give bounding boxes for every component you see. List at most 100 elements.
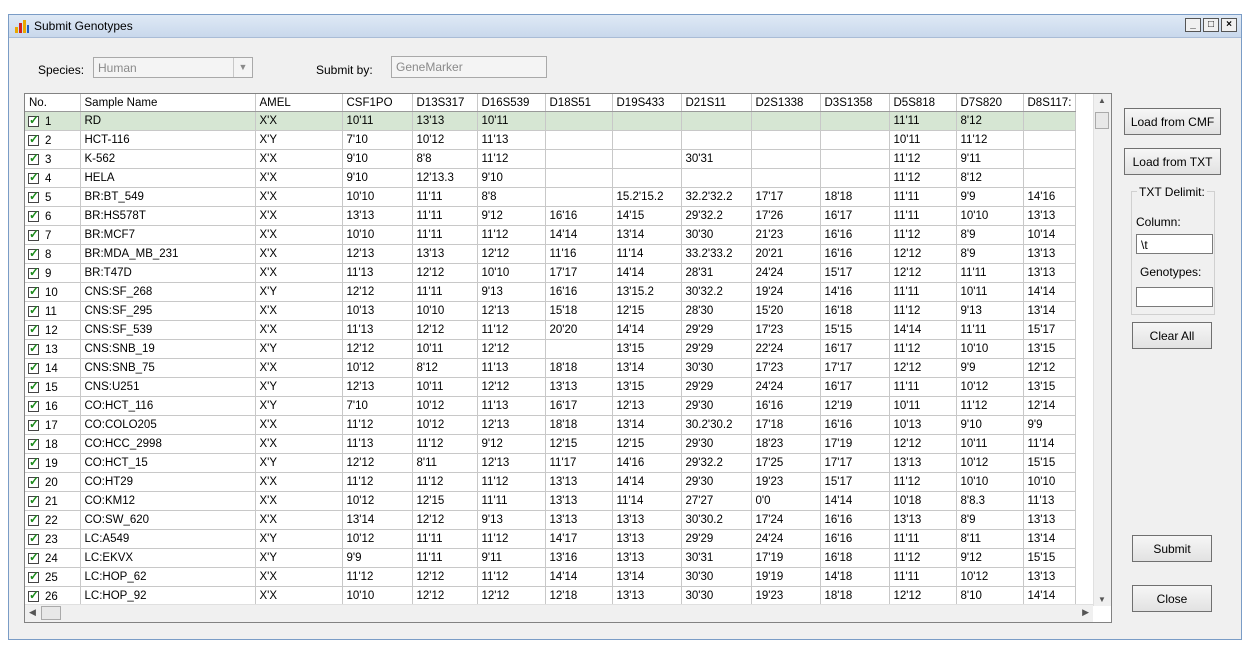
row-select-cell[interactable]: ✓ 13: [25, 339, 81, 359]
sample-name-cell[interactable]: BR:MCF7: [80, 225, 256, 245]
genotype-cell[interactable]: 11'14: [612, 491, 682, 511]
genotype-cell[interactable]: 8'9: [956, 244, 1024, 264]
genotype-cell[interactable]: X'X: [255, 301, 343, 321]
genotype-cell[interactable]: 13'13: [889, 510, 957, 530]
genotype-cell[interactable]: 29'29: [681, 320, 752, 340]
genotype-cell[interactable]: 13'15: [612, 377, 682, 397]
genotype-cell[interactable]: 9'11: [956, 149, 1024, 169]
sample-name-cell[interactable]: CO:SW_620: [80, 510, 256, 530]
column-header[interactable]: D2S1338: [751, 94, 821, 112]
sample-name-cell[interactable]: CNS:SF_295: [80, 301, 256, 321]
genotype-cell[interactable]: 9'10: [342, 149, 413, 169]
genotype-cell[interactable]: 14'14: [545, 567, 613, 587]
genotype-cell[interactable]: 29'29: [681, 339, 752, 359]
genotype-cell[interactable]: 8'11: [956, 529, 1024, 549]
genotype-cell[interactable]: 11'14: [612, 244, 682, 264]
genotype-cell[interactable]: 10'12: [956, 453, 1024, 473]
genotype-cell[interactable]: 10'14: [1023, 225, 1076, 245]
genotype-cell[interactable]: X'Y: [255, 548, 343, 568]
genotype-cell[interactable]: 11'11: [412, 548, 478, 568]
row-select-cell[interactable]: ✓ 25: [25, 567, 81, 587]
genotype-cell[interactable]: [1023, 149, 1076, 169]
column-header[interactable]: D3S1358: [820, 94, 890, 112]
genotype-cell[interactable]: 13'13: [612, 548, 682, 568]
sample-name-cell[interactable]: CO:HCT_15: [80, 453, 256, 473]
scroll-left-icon[interactable]: ◀: [29, 607, 36, 618]
table-row[interactable]: ✓ 19 CO:HCT_15 X'Y 12'12 8'11 12'13 11'17 14'16 2…: [25, 453, 1076, 473]
table-row[interactable]: ✓ 16 CO:HCT_116 X'Y 7'10 10'12 11'13 16'17 12'13…: [25, 396, 1076, 416]
genotype-cell[interactable]: 9'9: [1023, 415, 1076, 435]
table-row[interactable]: ✓ 12 CNS:SF_539 X'X 11'13 12'12 11'12 20'20 14'1…: [25, 320, 1076, 340]
genotype-cell[interactable]: X'X: [255, 263, 343, 283]
genotype-cell[interactable]: 33.2'33.2: [681, 244, 752, 264]
table-row[interactable]: ✓ 2 HCT-116 X'Y 7'10 10'12 11'13 10'11 11'12: [25, 130, 1076, 150]
genotype-cell[interactable]: 12'13: [477, 415, 546, 435]
row-select-cell[interactable]: ✓ 4: [25, 168, 81, 188]
row-select-cell[interactable]: ✓ 3: [25, 149, 81, 169]
row-select-cell[interactable]: ✓ 7: [25, 225, 81, 245]
row-checkbox[interactable]: ✓: [28, 170, 39, 184]
sample-name-cell[interactable]: CNS:SF_268: [80, 282, 256, 302]
sample-name-cell[interactable]: CO:HCT_116: [80, 396, 256, 416]
genotype-cell[interactable]: X'Y: [255, 282, 343, 302]
row-checkbox[interactable]: ✓: [28, 550, 39, 564]
genotype-cell[interactable]: 11'11: [412, 529, 478, 549]
genotype-cell[interactable]: 10'10: [1023, 472, 1076, 492]
row-select-cell[interactable]: ✓ 26: [25, 586, 81, 606]
genotype-cell[interactable]: 10'13: [889, 415, 957, 435]
genotype-cell[interactable]: 18'18: [820, 187, 890, 207]
genotype-cell[interactable]: 11'12: [956, 396, 1024, 416]
genotype-cell[interactable]: 17'17: [820, 358, 890, 378]
genotype-cell[interactable]: X'X: [255, 567, 343, 587]
genotype-cell[interactable]: [751, 168, 821, 188]
genotype-cell[interactable]: 15.2'15.2: [612, 187, 682, 207]
genotype-cell[interactable]: 29'29: [681, 529, 752, 549]
sample-name-cell[interactable]: BR:BT_549: [80, 187, 256, 207]
genotype-cell[interactable]: X'Y: [255, 339, 343, 359]
genotype-cell[interactable]: 11'12: [342, 567, 413, 587]
genotype-cell[interactable]: 17'23: [751, 320, 821, 340]
genotype-cell[interactable]: 9'9: [956, 358, 1024, 378]
genotype-cell[interactable]: 24'24: [751, 377, 821, 397]
genotype-cell[interactable]: 9'9: [342, 548, 413, 568]
genotype-cell[interactable]: 18'23: [751, 434, 821, 454]
table-row[interactable]: ✓ 4 HELA X'X 9'10 12'13.3 9'10 11'12 8'12: [25, 168, 1076, 188]
genotype-cell[interactable]: 16'18: [820, 301, 890, 321]
genotype-cell[interactable]: 13'13: [342, 206, 413, 226]
genotype-cell[interactable]: 13'15: [1023, 377, 1076, 397]
genotype-cell[interactable]: 11'16: [545, 244, 613, 264]
genotype-cell[interactable]: 10'12: [956, 377, 1024, 397]
genotype-cell[interactable]: 10'12: [342, 529, 413, 549]
genotype-cell[interactable]: 18'18: [545, 415, 613, 435]
genotype-cell[interactable]: 11'12: [477, 149, 546, 169]
genotype-cell[interactable]: 30'31: [681, 149, 752, 169]
genotype-cell[interactable]: 16'16: [545, 206, 613, 226]
genotype-cell[interactable]: 13'13: [1023, 510, 1076, 530]
genotype-cell[interactable]: 8'9: [956, 225, 1024, 245]
row-checkbox[interactable]: ✓: [28, 379, 39, 393]
row-checkbox[interactable]: ✓: [28, 284, 39, 298]
genotype-cell[interactable]: 10'18: [889, 491, 957, 511]
genotype-cell[interactable]: 10'10: [956, 339, 1024, 359]
genotype-cell[interactable]: 13'13: [1023, 206, 1076, 226]
genotype-cell[interactable]: 13'13: [1023, 244, 1076, 264]
row-checkbox[interactable]: ✓: [28, 322, 39, 336]
genotype-cell[interactable]: [1023, 130, 1076, 150]
submitby-field[interactable]: GeneMarker: [391, 56, 547, 78]
genotype-cell[interactable]: X'Y: [255, 377, 343, 397]
genotype-cell[interactable]: 11'11: [956, 263, 1024, 283]
genotype-cell[interactable]: X'X: [255, 586, 343, 606]
genotype-cell[interactable]: 13'13: [412, 244, 478, 264]
genotype-cell[interactable]: 15'17: [1023, 320, 1076, 340]
scroll-right-icon[interactable]: ▶: [1082, 607, 1089, 618]
genotype-cell[interactable]: 30'30: [681, 567, 752, 587]
genotype-cell[interactable]: X'X: [255, 225, 343, 245]
genotype-cell[interactable]: 12'13.3: [412, 168, 478, 188]
genotype-cell[interactable]: 17'26: [751, 206, 821, 226]
genotype-cell[interactable]: 16'16: [820, 415, 890, 435]
genotype-cell[interactable]: 16'17: [545, 396, 613, 416]
genotype-cell[interactable]: 9'10: [477, 168, 546, 188]
genotype-cell[interactable]: 20'20: [545, 320, 613, 340]
genotype-cell[interactable]: 30'32.2: [681, 282, 752, 302]
genotype-cell[interactable]: 11'14: [1023, 434, 1076, 454]
